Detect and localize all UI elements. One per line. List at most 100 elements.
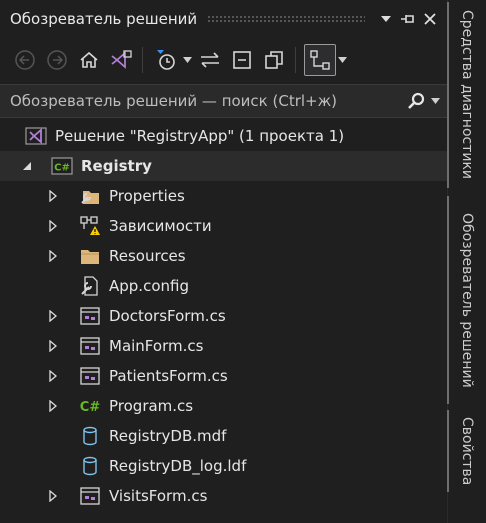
home-icon <box>80 51 98 68</box>
form-icon <box>78 304 102 328</box>
forward-button[interactable] <box>42 45 72 75</box>
panel-titlebar: Обозреватель решений <box>0 0 447 38</box>
expanded-triangle-icon[interactable] <box>20 151 34 181</box>
side-tab-indicator <box>447 410 449 492</box>
side-tab-indicator <box>447 2 449 188</box>
pending-changes-filter-button[interactable] <box>151 45 181 75</box>
switch-views-button[interactable] <box>106 45 136 75</box>
collapsed-triangle-icon[interactable] <box>46 361 60 391</box>
form-icon <box>78 334 102 358</box>
tree-row-project[interactable]: C# Registry <box>0 151 447 181</box>
tree-row-item[interactable]: C# Program.cs <box>46 391 193 421</box>
close-button[interactable] <box>419 8 441 30</box>
item-label: RegistryDB_log.ldf <box>109 457 247 475</box>
forward-arrow-icon <box>47 50 67 70</box>
item-label: VisitsForm.cs <box>109 487 208 505</box>
preview-options-dropdown[interactable] <box>336 57 348 63</box>
show-all-files-button[interactable] <box>259 45 289 75</box>
config-file-icon <box>78 274 102 298</box>
solution-explorer-panel: Обозреватель решений Обозреватель решени… <box>0 0 448 523</box>
database-icon <box>78 454 102 478</box>
item-label: Зависимости <box>109 217 212 235</box>
item-label: MainForm.cs <box>109 337 204 355</box>
tree-row-item[interactable]: PatientsForm.cs <box>46 361 228 391</box>
item-label: App.config <box>109 277 189 295</box>
show-all-files-icon <box>265 51 283 69</box>
item-label: DoctorsForm.cs <box>109 307 226 325</box>
drag-grip[interactable] <box>207 15 365 23</box>
vs-solution-icon <box>24 124 48 148</box>
back-arrow-icon <box>15 50 35 70</box>
triangle-down-icon <box>337 57 347 63</box>
close-icon <box>424 13 436 25</box>
csharp-file-icon: C# <box>78 394 102 418</box>
vs-switch-views-icon <box>111 50 132 69</box>
triangle-down-icon <box>430 98 440 104</box>
tree-row-item[interactable]: Зависимости <box>46 211 212 241</box>
search-input[interactable] <box>0 91 405 111</box>
svg-text:C#: C# <box>54 163 70 174</box>
collapsed-triangle-icon[interactable] <box>46 181 60 211</box>
tree-row-item[interactable]: App.config <box>46 271 189 301</box>
sync-with-active-document-button[interactable] <box>195 45 225 75</box>
tree-row-item[interactable]: MainForm.cs <box>46 331 203 361</box>
triangle-down-icon <box>182 57 192 63</box>
item-label: RegistryDB.mdf <box>109 427 227 445</box>
folder-icon <box>78 244 102 268</box>
collapse-all-icon <box>233 51 251 69</box>
hierarchy-icon <box>310 50 330 70</box>
sync-arrows-icon <box>201 52 219 68</box>
item-label: PatientsForm.cs <box>109 367 228 385</box>
database-icon <box>78 424 102 448</box>
solution-label: Решение "RegistryApp" (1 проекта 1) <box>55 127 345 145</box>
item-label: Properties <box>109 187 185 205</box>
tree-row-item[interactable]: RegistryDB_log.ldf <box>46 451 246 481</box>
collapsed-triangle-icon[interactable] <box>46 211 60 241</box>
panel-title: Обозреватель решений <box>10 10 198 28</box>
form-icon <box>78 364 102 388</box>
tree-row-item[interactable]: RegistryDB.mdf <box>46 421 226 451</box>
toolbar-separator <box>295 47 296 73</box>
side-tab-label: Обозреватель решений <box>459 212 475 388</box>
home-button[interactable] <box>74 45 104 75</box>
preview-selected-items-button[interactable] <box>304 44 336 76</box>
search-box <box>0 84 447 118</box>
side-tab-diagnostic-tools[interactable]: Средства диагностики <box>448 2 486 188</box>
back-button[interactable] <box>10 45 40 75</box>
pending-changes-filter-dropdown[interactable] <box>181 57 193 63</box>
tree-row-item[interactable]: VisitsForm.cs <box>46 481 207 511</box>
form-icon <box>78 484 102 508</box>
auto-hide-pin-button[interactable] <box>397 8 419 30</box>
svg-text:C#: C# <box>80 400 101 415</box>
collapsed-triangle-icon[interactable] <box>46 301 60 331</box>
side-tab-label: Свойства <box>459 416 475 486</box>
tree-row-item[interactable]: Resources <box>46 241 186 271</box>
collapsed-triangle-icon[interactable] <box>46 241 60 271</box>
search-icon <box>408 92 425 109</box>
project-label: Registry <box>81 157 152 175</box>
tree-row-item[interactable]: Properties <box>46 181 185 211</box>
collapsed-triangle-icon[interactable] <box>46 481 60 511</box>
side-tab-solution-explorer[interactable]: Обозреватель решений <box>448 196 486 404</box>
collapsed-triangle-icon[interactable] <box>46 391 60 421</box>
item-label: Resources <box>109 247 186 265</box>
wrench-folder-icon <box>78 184 102 208</box>
collapsed-triangle-icon[interactable] <box>46 331 60 361</box>
side-tab-properties[interactable]: Свойства <box>448 410 486 492</box>
triangle-down-icon <box>381 16 391 22</box>
tree-row-item[interactable]: DoctorsForm.cs <box>46 301 226 331</box>
search-button[interactable] <box>405 90 427 112</box>
solution-explorer-toolbar <box>0 38 447 82</box>
side-tab-indicator <box>447 196 449 404</box>
search-options-dropdown[interactable] <box>427 90 443 112</box>
window-position-dropdown-button[interactable] <box>375 8 397 30</box>
pin-icon <box>401 15 414 23</box>
tree-row-solution[interactable]: Решение "RegistryApp" (1 проекта 1) <box>24 121 344 151</box>
collapse-all-button[interactable] <box>227 45 257 75</box>
item-label: Program.cs <box>109 397 194 415</box>
side-tool-tabs: Средства диагностики Обозреватель решени… <box>448 0 486 523</box>
csharp-project-icon: C# <box>50 154 74 178</box>
clock-filter-icon <box>157 50 175 70</box>
dependencies-warning-icon <box>78 214 102 238</box>
side-tab-label: Средства диагностики <box>459 10 475 180</box>
